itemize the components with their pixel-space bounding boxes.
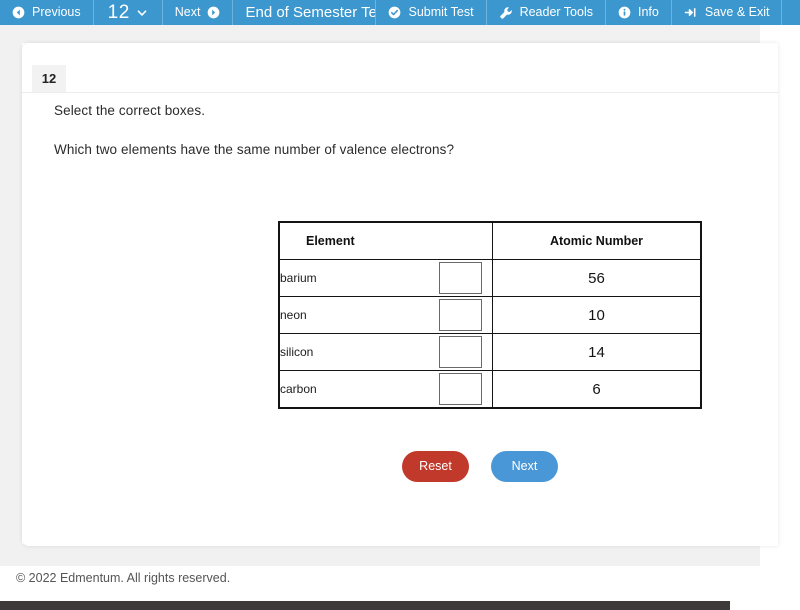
element-name: carbon xyxy=(280,382,317,396)
question-card: 12 Select the correct boxes. Which two e… xyxy=(22,43,778,546)
question-instruction: Select the correct boxes. xyxy=(54,103,206,118)
table-body: barium 56 neon 10 silicon 14 carbon 6 xyxy=(278,259,702,409)
info-circle-icon xyxy=(618,6,631,19)
save-and-exit-button[interactable]: Save & Exit xyxy=(672,0,783,25)
save-and-exit-label: Save & Exit xyxy=(704,5,770,20)
element-name: neon xyxy=(280,308,307,322)
submit-test-label: Submit Test xyxy=(408,5,474,20)
reader-tools-label: Reader Tools xyxy=(519,5,593,20)
check-circle-icon xyxy=(388,6,401,19)
selection-checkbox-carbon[interactable] xyxy=(439,373,482,405)
table-row: carbon 6 xyxy=(278,370,702,409)
arrow-right-circle-icon xyxy=(207,6,220,19)
next-button[interactable]: Next xyxy=(491,451,558,482)
table-head: Element Atomic Number xyxy=(278,221,702,260)
atomic-number-cell: 14 xyxy=(492,333,702,371)
table-row: silicon 14 xyxy=(278,333,702,371)
info-button[interactable]: Info xyxy=(606,0,672,25)
wrench-icon xyxy=(499,6,513,20)
atomic-number-cell: 56 xyxy=(492,259,702,297)
column-header-atomic-number: Atomic Number xyxy=(492,221,702,260)
element-cell: silicon xyxy=(278,333,493,371)
question-header-divider xyxy=(22,92,778,93)
question-prompt: Which two elements have the same number … xyxy=(54,142,455,157)
page-number: 12 xyxy=(107,2,130,23)
top-toolbar: Previous 12 Next End of Semester Test Su… xyxy=(0,0,800,25)
footer: © 2022 Edmentum. All rights reserved. xyxy=(0,566,800,590)
selection-checkbox-neon[interactable] xyxy=(439,299,482,331)
reset-button[interactable]: Reset xyxy=(402,451,469,482)
table-row: neon 10 xyxy=(278,296,702,334)
exit-arrow-icon xyxy=(684,6,698,19)
page-body: 12 Select the correct boxes. Which two e… xyxy=(0,25,800,610)
atomic-number-cell: 6 xyxy=(492,370,702,409)
submit-test-button[interactable]: Submit Test xyxy=(376,0,487,25)
assessment-title: End of Semester Test xyxy=(233,0,377,25)
arrow-left-circle-icon xyxy=(12,6,25,19)
element-name: silicon xyxy=(280,345,314,359)
table-header-row: Element Atomic Number xyxy=(278,221,702,260)
element-name: barium xyxy=(280,271,317,285)
selection-checkbox-barium[interactable] xyxy=(439,262,482,294)
table-row: barium 56 xyxy=(278,259,702,297)
elements-table-wrapper: Element Atomic Number barium 56 neon 10 … xyxy=(278,221,702,409)
action-buttons: Reset Next xyxy=(402,451,558,482)
element-cell: barium xyxy=(278,259,493,297)
chevron-down-icon xyxy=(136,7,148,19)
previous-button[interactable]: Previous xyxy=(0,0,94,25)
page-background-bottom xyxy=(0,544,760,566)
element-cell: neon xyxy=(278,296,493,334)
reader-tools-button[interactable]: Reader Tools xyxy=(487,0,606,25)
atomic-number-cell: 10 xyxy=(492,296,702,334)
page-selector[interactable]: 12 xyxy=(94,0,163,25)
column-header-element: Element xyxy=(278,221,493,260)
element-cell: carbon xyxy=(278,370,493,409)
page-background-gutter xyxy=(0,25,22,544)
copyright-text: © 2022 Edmentum. All rights reserved. xyxy=(16,571,231,585)
selection-checkbox-silicon[interactable] xyxy=(439,336,482,368)
info-label: Info xyxy=(638,5,659,20)
previous-label: Previous xyxy=(32,5,81,20)
horizontal-scrollbar-thumb[interactable] xyxy=(0,601,730,610)
next-label-toolbar: Next xyxy=(174,5,201,20)
question-number-badge: 12 xyxy=(32,65,66,92)
next-button-toolbar[interactable]: Next xyxy=(163,0,234,25)
page-background-top xyxy=(0,25,760,43)
elements-table: Element Atomic Number barium 56 neon 10 … xyxy=(278,221,702,409)
